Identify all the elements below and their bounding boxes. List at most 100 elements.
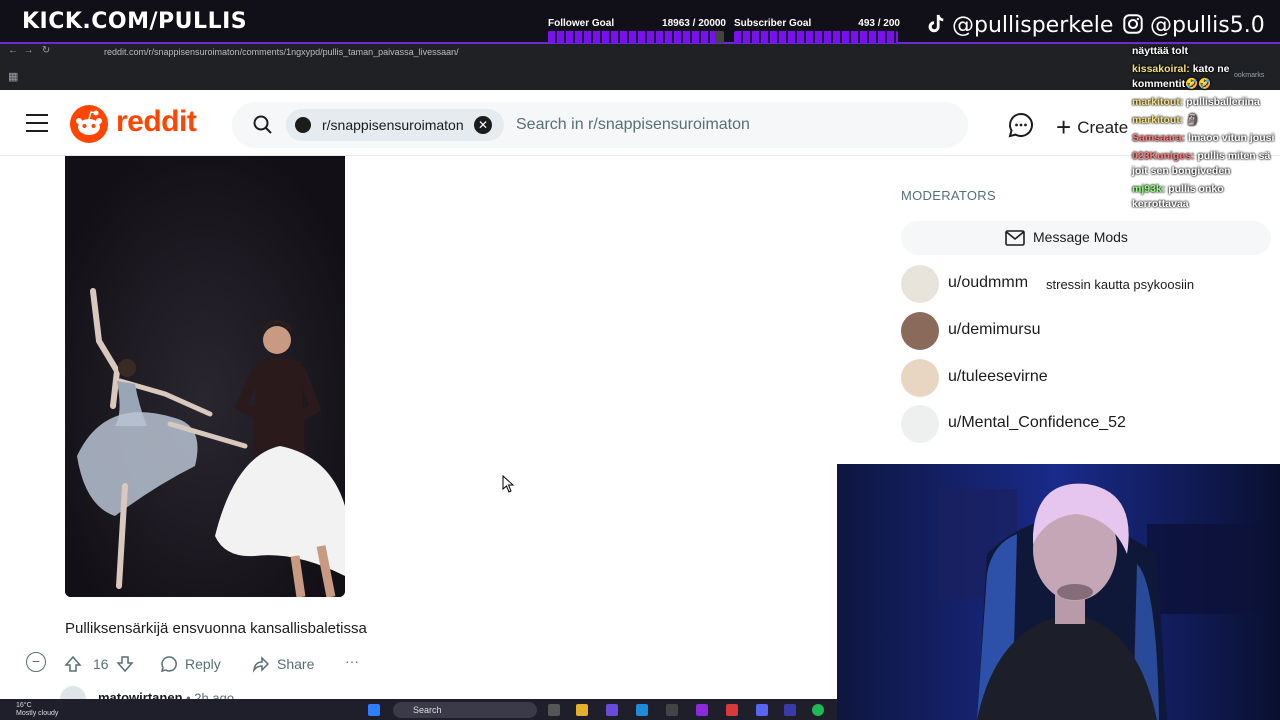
reddit-header: reddit r/snappisensuroimaton ✕ Search in…	[0, 90, 1280, 156]
plus-icon: +	[1056, 112, 1072, 142]
chat-message: kissakoiral: kato ne kommentit🤣🤣	[1132, 62, 1280, 92]
spotify-icon[interactable]	[812, 704, 824, 716]
task-view-icon[interactable]	[548, 704, 560, 716]
create-button[interactable]: + Create	[1056, 112, 1128, 143]
channel-name: KICK.COM/PULLIS	[22, 9, 248, 34]
chat-message: markitout: 🗿	[1132, 113, 1280, 128]
search-bar[interactable]: r/snappisensuroimaton ✕ Search in r/snap…	[232, 102, 968, 148]
apps-grid-icon[interactable]: ▦	[8, 70, 18, 83]
windows-taskbar: 16°C Mostly cloudy Search	[0, 699, 837, 720]
discord-icon[interactable]	[756, 704, 768, 716]
chat-user: mj93k:	[1132, 183, 1166, 195]
instagram-handle-text: @pullis5.0	[1150, 13, 1265, 38]
post-caption: Pulliksensärkijä ensvuonna kansallisbale…	[65, 620, 367, 637]
chat-message: markitout: pullisballeriina	[1132, 95, 1280, 110]
vote-count: 16	[93, 656, 109, 672]
app-icon[interactable]	[726, 704, 738, 716]
menu-icon[interactable]	[26, 114, 48, 132]
chat-message: Samsaara: lmaoo vitun jousi	[1132, 131, 1280, 146]
store-icon[interactable]	[666, 704, 678, 716]
mouse-cursor-icon	[502, 475, 514, 493]
mail-icon	[1005, 230, 1025, 246]
downvote-icon[interactable]	[116, 655, 134, 676]
chat-user: 023Kuniges:	[1132, 150, 1195, 162]
create-label: Create	[1077, 118, 1129, 137]
message-mods-label: Message Mods	[1033, 229, 1128, 245]
follower-goal: Follower Goal 18963 / 20000	[548, 16, 728, 43]
subscriber-goal-count: 493 / 200	[858, 18, 900, 29]
search-input[interactable]: Search in r/snappisensuroimaton	[516, 116, 750, 134]
chat-text: lmaoo vitun jousi	[1188, 132, 1275, 144]
taskbar-search[interactable]: Search	[393, 702, 537, 718]
stream-overlay-bar: KICK.COM/PULLIS Follower Goal 18963 / 20…	[0, 0, 1280, 44]
moderator-row[interactable]: u/oudmmm stressin kautta psykoosiin	[901, 265, 1261, 303]
file-explorer-icon[interactable]	[576, 704, 588, 716]
chat-user: markitout:	[1132, 114, 1184, 126]
chat-user: Samsaara:	[1132, 132, 1186, 144]
subreddit-chip-label: r/snappisensuroimaton	[322, 117, 464, 133]
address-bar[interactable]: reddit.com/r/snappisensuroimaton/comment…	[104, 47, 459, 57]
search-icon	[253, 115, 272, 134]
moderators-heading: MODERATORS	[901, 188, 996, 203]
instagram-handle: @pullis5.0	[1122, 13, 1265, 38]
share-label: Share	[277, 656, 315, 672]
chat-message: näyttää tolt	[1132, 44, 1280, 59]
moderator-row[interactable]: u/tuleesevirne	[901, 359, 1261, 397]
moderator-row[interactable]: u/demimursu	[901, 312, 1261, 350]
windows-start-icon[interactable]	[368, 704, 380, 716]
post-image[interactable]	[65, 156, 345, 597]
chat-icon[interactable]	[1008, 112, 1034, 138]
reddit-snoo-icon	[70, 105, 108, 143]
reply-button[interactable]: Reply	[160, 655, 221, 673]
obs-icon[interactable]	[696, 704, 708, 716]
tiktok-handle: @pullisperkele	[924, 13, 1113, 38]
follower-goal-label: Follower Goal	[548, 18, 615, 29]
weather-text: Mostly cloudy	[16, 710, 59, 717]
app-icon[interactable]	[784, 704, 796, 716]
reddit-logo[interactable]: reddit	[70, 105, 197, 148]
share-button[interactable]: Share	[252, 655, 314, 673]
follower-goal-count: 18963 / 20000	[662, 18, 726, 29]
streamer-camera	[837, 464, 1280, 720]
copilot-icon[interactable]	[606, 704, 618, 716]
comment-icon	[160, 656, 177, 673]
chat-text: pullisballeriina	[1186, 96, 1260, 108]
follower-goal-fill	[548, 31, 715, 43]
moderator-name[interactable]: u/oudmmm	[948, 274, 1028, 292]
subscriber-goal-label: Subscriber Goal	[734, 18, 812, 29]
tiktok-handle-text: @pullisperkele	[952, 13, 1114, 38]
edge-icon[interactable]	[636, 704, 648, 716]
ballet-photo	[65, 156, 345, 597]
browser-chrome: ← → ↻ reddit.com/r/snappisensuroimaton/c…	[0, 44, 1280, 90]
subscriber-goal-bar	[734, 31, 898, 43]
follower-goal-bar	[548, 31, 724, 43]
clear-chip-icon[interactable]: ✕	[474, 116, 492, 134]
moderator-name[interactable]: u/demimursu	[948, 321, 1040, 339]
temperature: 16°C	[16, 702, 32, 709]
instagram-icon	[1123, 14, 1143, 34]
weather-widget[interactable]: 16°C Mostly cloudy	[16, 702, 58, 718]
subreddit-search-chip[interactable]: r/snappisensuroimaton ✕	[286, 109, 504, 141]
avatar[interactable]	[901, 405, 939, 443]
share-icon	[252, 656, 270, 673]
reply-label: Reply	[185, 656, 221, 672]
taskbar-search-label: Search	[413, 705, 442, 715]
moderator-row[interactable]: u/Mental_Confidence_52	[901, 405, 1261, 443]
moderator-name[interactable]: u/tuleesevirne	[948, 368, 1048, 386]
chat-message: mj93k: pullis onko kerrottavaa	[1132, 182, 1280, 212]
avatar[interactable]	[901, 265, 939, 303]
chat-text: näyttää tolt	[1132, 45, 1189, 57]
subscriber-goal: Subscriber Goal 493 / 200	[734, 16, 902, 43]
tiktok-icon	[928, 14, 944, 33]
moderator-flair: stressin kautta psykoosiin	[1046, 277, 1195, 292]
moderator-name[interactable]: u/Mental_Confidence_52	[948, 414, 1126, 432]
avatar[interactable]	[901, 312, 939, 350]
collapse-icon[interactable]: −	[26, 652, 46, 672]
chat-message: 023Kuniges: pullis miten sä joit sen bon…	[1132, 149, 1280, 179]
more-options-icon[interactable]: ···	[345, 653, 359, 669]
chat-user: markitout:	[1132, 96, 1184, 108]
stream-chat-overlay: näyttää tolt kissakoiral: kato ne kommen…	[1132, 44, 1280, 254]
browser-nav-icons[interactable]: ← → ↻	[8, 45, 50, 56]
avatar[interactable]	[901, 359, 939, 397]
upvote-icon[interactable]	[64, 655, 82, 676]
